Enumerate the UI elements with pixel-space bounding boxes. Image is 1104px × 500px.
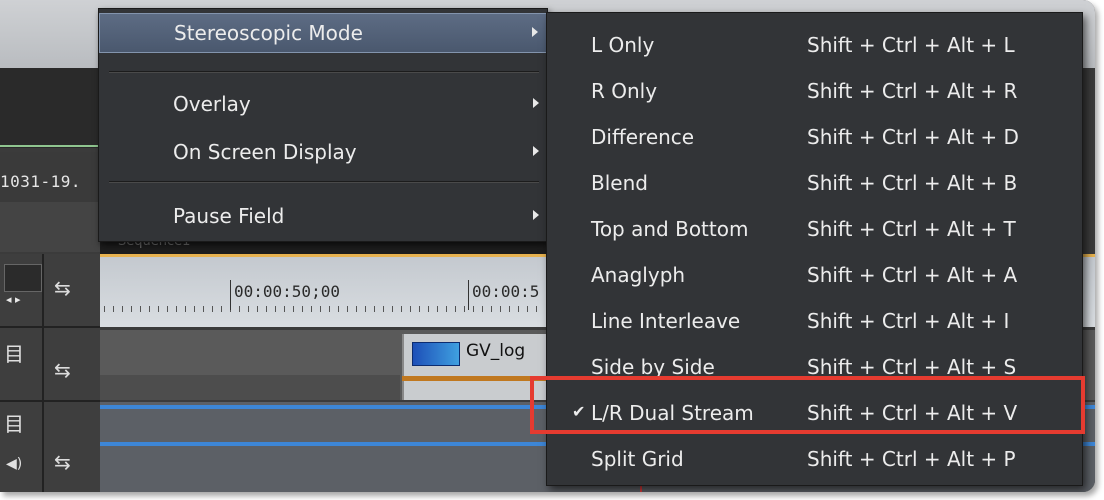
- menu-item-stereoscopic-mode[interactable]: Stereoscopic Mode: [99, 13, 547, 53]
- menu-item-label: Pause Field: [173, 204, 285, 228]
- chevron-right-icon: [533, 146, 539, 156]
- track-color-swatch[interactable]: [4, 264, 42, 292]
- shortcut-label: Shift + Ctrl + Alt + A: [807, 263, 1018, 287]
- submenu-item-anaglyph[interactable]: Anaglyph Shift + Ctrl + Alt + A: [547, 253, 1082, 299]
- chevron-right-icon: [533, 210, 539, 220]
- timecode-label: 1031-19.: [0, 172, 82, 191]
- shortcut-label: Shift + Ctrl + Alt + P: [807, 447, 1016, 471]
- shortcut-label: Shift + Ctrl + Alt + R: [807, 79, 1018, 103]
- speaker-icon[interactable]: ◀): [6, 456, 22, 472]
- submenu-item-line-interleave[interactable]: Line Interleave Shift + Ctrl + Alt + I: [547, 299, 1082, 345]
- ruler-ticks: [104, 306, 544, 312]
- track-header-column: ◂ ▸ ⇆ 目 ⇆ 目 ◀) ⇆: [0, 254, 100, 492]
- track-icon[interactable]: 目: [4, 338, 24, 367]
- ruler-timecode: 00:00:5: [472, 282, 540, 301]
- submenu-item-l-only[interactable]: L Only Shift + Ctrl + Alt + L: [547, 23, 1082, 69]
- submenu-item-label: Split Grid: [591, 447, 684, 471]
- toggle-arrows-icon[interactable]: ⇆: [54, 450, 71, 474]
- panel-row: [0, 202, 100, 252]
- submenu-item-r-only[interactable]: R Only Shift + Ctrl + Alt + R: [547, 69, 1082, 115]
- submenu-item-split-grid[interactable]: Split Grid Shift + Ctrl + Alt + P: [547, 437, 1082, 483]
- submenu-item-label: Line Interleave: [591, 309, 741, 333]
- toggle-arrows-icon[interactable]: ⇆: [54, 276, 71, 300]
- submenu-item-label: Blend: [591, 171, 648, 195]
- submenu-item-difference[interactable]: Difference Shift + Ctrl + Alt + D: [547, 115, 1082, 161]
- chevron-right-icon: [532, 27, 538, 37]
- menu-item-label: Stereoscopic Mode: [174, 21, 363, 45]
- menu-item-on-screen-display[interactable]: On Screen Display: [99, 133, 547, 173]
- track-expand-icon[interactable]: ◂ ▸: [6, 293, 21, 306]
- shortcut-label: Shift + Ctrl + Alt + I: [807, 309, 1010, 333]
- shortcut-label: Shift + Ctrl + Alt + T: [807, 217, 1016, 241]
- shortcut-label: Shift + Ctrl + Alt + D: [807, 125, 1019, 149]
- chevron-right-icon: [533, 98, 539, 108]
- shortcut-label: Shift + Ctrl + Alt + B: [807, 171, 1018, 195]
- submenu-item-label: Top and Bottom: [591, 217, 749, 241]
- toggle-arrows-icon[interactable]: ⇆: [54, 358, 71, 382]
- submenu-item-blend[interactable]: Blend Shift + Ctrl + Alt + B: [547, 161, 1082, 207]
- track-icon[interactable]: 目: [4, 408, 24, 437]
- view-context-menu: Stereoscopic Mode Overlay On Screen Disp…: [98, 8, 548, 242]
- submenu-item-label: Anaglyph: [591, 263, 686, 287]
- preview-panel: [0, 68, 100, 148]
- submenu-item-label: L Only: [591, 33, 655, 57]
- clip-label: GV_log: [466, 341, 526, 361]
- menu-item-label: Overlay: [173, 92, 251, 116]
- submenu-item-label: R Only: [591, 79, 658, 103]
- level-meter-line: [0, 145, 100, 147]
- menu-item-pause-field[interactable]: Pause Field: [99, 197, 547, 237]
- clip-thumbnail: [412, 342, 460, 366]
- annotation-highlight-box: [530, 376, 1085, 434]
- shortcut-label: Shift + Ctrl + Alt + L: [807, 33, 1015, 57]
- submenu-item-top-and-bottom[interactable]: Top and Bottom Shift + Ctrl + Alt + T: [547, 207, 1082, 253]
- menu-item-overlay[interactable]: Overlay: [99, 85, 547, 125]
- menu-item-label: On Screen Display: [173, 140, 357, 164]
- submenu-item-label: Difference: [591, 125, 695, 149]
- ruler-timecode: 00:00:50;00: [234, 282, 340, 301]
- app-window: 1031-19. Sequence1 ◂ ▸ ⇆ 目 ⇆ 目 ◀) ⇆ 00:0…: [0, 0, 1095, 492]
